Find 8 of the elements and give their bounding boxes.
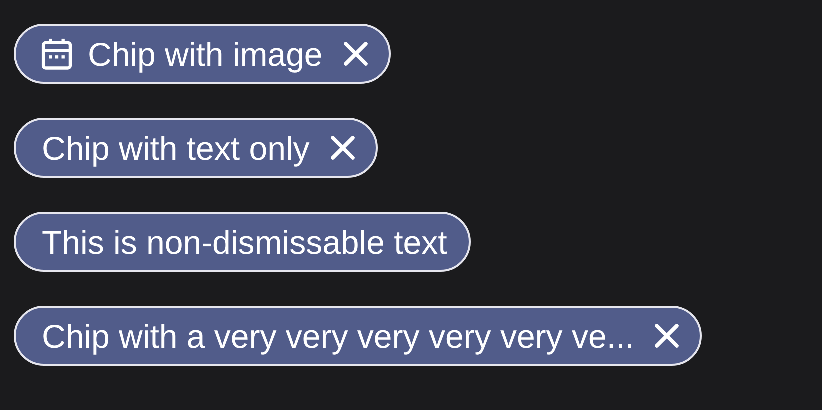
- chip[interactable]: Chip with text only: [14, 118, 378, 178]
- chip-label: This is non-dismissable text: [42, 226, 448, 258]
- chip[interactable]: This is non-dismissable text: [14, 212, 472, 272]
- chip-label: Chip with a very very very very very ve...: [42, 320, 634, 352]
- chip-label: Chip with text only: [42, 132, 310, 164]
- chip[interactable]: Chip with image: [14, 24, 391, 84]
- chip-label: Chip with image: [88, 38, 323, 70]
- chip[interactable]: Chip with a very very very very very ve...: [14, 306, 702, 366]
